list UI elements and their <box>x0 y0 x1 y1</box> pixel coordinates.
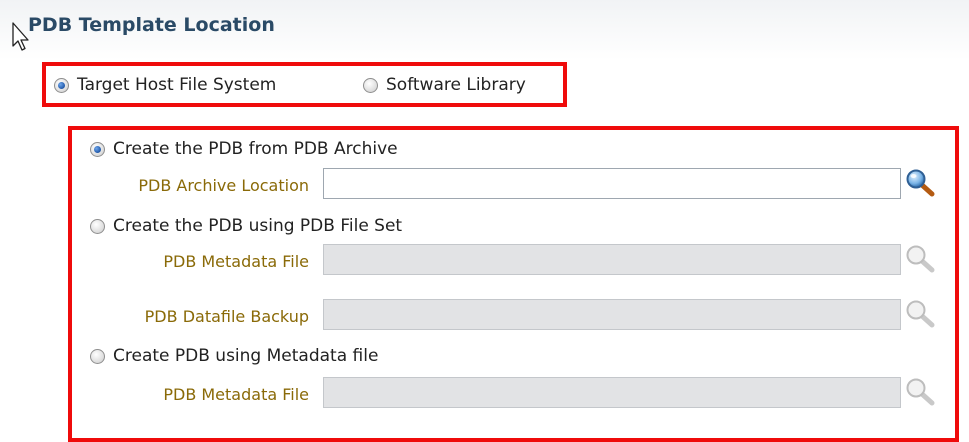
search-icon[interactable] <box>905 377 935 407</box>
radio-label: Software Library <box>386 75 526 95</box>
radio-button[interactable] <box>363 77 378 93</box>
radio-button[interactable] <box>90 218 105 234</box>
radio-button[interactable] <box>90 348 105 364</box>
radio-software-library[interactable]: Software Library <box>363 75 526 95</box>
pdb-metadata-file-input[interactable] <box>323 244 901 275</box>
search-icon[interactable] <box>905 168 935 198</box>
pdb-metadata-file-label: PDB Metadata File <box>163 252 309 271</box>
radio-button-checked[interactable] <box>54 77 69 93</box>
pdb-datafile-backup-label: PDB Datafile Backup <box>144 307 309 326</box>
radio-target-host-file-system[interactable]: Target Host File System <box>54 75 276 95</box>
radio-create-using-metadata-file[interactable]: Create PDB using Metadata file <box>90 346 378 366</box>
search-icon[interactable] <box>905 299 935 329</box>
radio-label: Create the PDB using PDB File Set <box>113 216 403 236</box>
pdb-metadata-file-label-2: PDB Metadata File <box>163 385 309 404</box>
pdb-archive-location-input[interactable] <box>323 168 901 199</box>
radio-label: Target Host File System <box>77 75 277 95</box>
pdb-archive-location-label: PDB Archive Location <box>138 176 309 195</box>
radio-create-using-file-set[interactable]: Create the PDB using PDB File Set <box>90 216 402 236</box>
search-icon[interactable] <box>905 244 935 274</box>
radio-label: Create the PDB from PDB Archive <box>113 139 398 159</box>
section-title: PDB Template Location <box>28 14 275 36</box>
radio-label: Create PDB using Metadata file <box>113 346 379 366</box>
radio-create-from-archive[interactable]: Create the PDB from PDB Archive <box>90 139 398 159</box>
pdb-metadata-file-input-2[interactable] <box>323 377 901 408</box>
pdb-datafile-backup-input[interactable] <box>323 299 901 330</box>
radio-button-checked[interactable] <box>90 141 105 157</box>
